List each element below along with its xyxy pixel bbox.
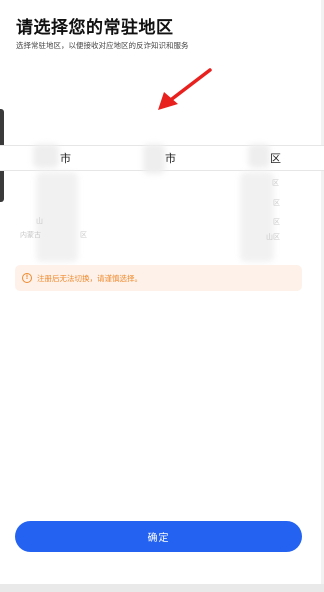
picker-province-option[interactable]: 山	[36, 216, 43, 226]
blur-patch-col2	[143, 144, 165, 174]
info-icon: !	[22, 273, 32, 283]
blur-patch-col1-top	[33, 144, 59, 168]
picker-province-option-suffix: 区	[80, 231, 87, 239]
picker-province-option[interactable]: 内蒙古	[20, 230, 41, 240]
blur-patch-col3-top	[248, 144, 270, 168]
picker-city-selected[interactable]: 市	[165, 150, 176, 166]
picker-province-selected[interactable]: 市	[60, 150, 71, 166]
picker-district-option[interactable]: 区	[273, 217, 280, 227]
page-subtitle: 选择常驻地区，以便接收对应地区的反诈知识和服务	[16, 41, 189, 50]
blur-patch-col3-body	[240, 172, 274, 262]
bottom-bar	[0, 584, 324, 592]
confirm-button[interactable]: 确定	[15, 521, 302, 552]
page-title: 请选择您的常驻地区	[16, 18, 174, 38]
picker-district-option[interactable]: 区	[272, 178, 279, 188]
red-arrow-annotation-icon	[158, 68, 212, 110]
picker-district-selected[interactable]: 区	[270, 150, 281, 166]
picker-district-option[interactable]: 区	[273, 198, 280, 208]
picker-district-option[interactable]: 山区	[266, 232, 280, 242]
warning-notice: ! 注册后无法切换，请谨慎选择。	[15, 265, 302, 291]
warning-notice-text: 注册后无法切换，请谨慎选择。	[37, 273, 142, 283]
